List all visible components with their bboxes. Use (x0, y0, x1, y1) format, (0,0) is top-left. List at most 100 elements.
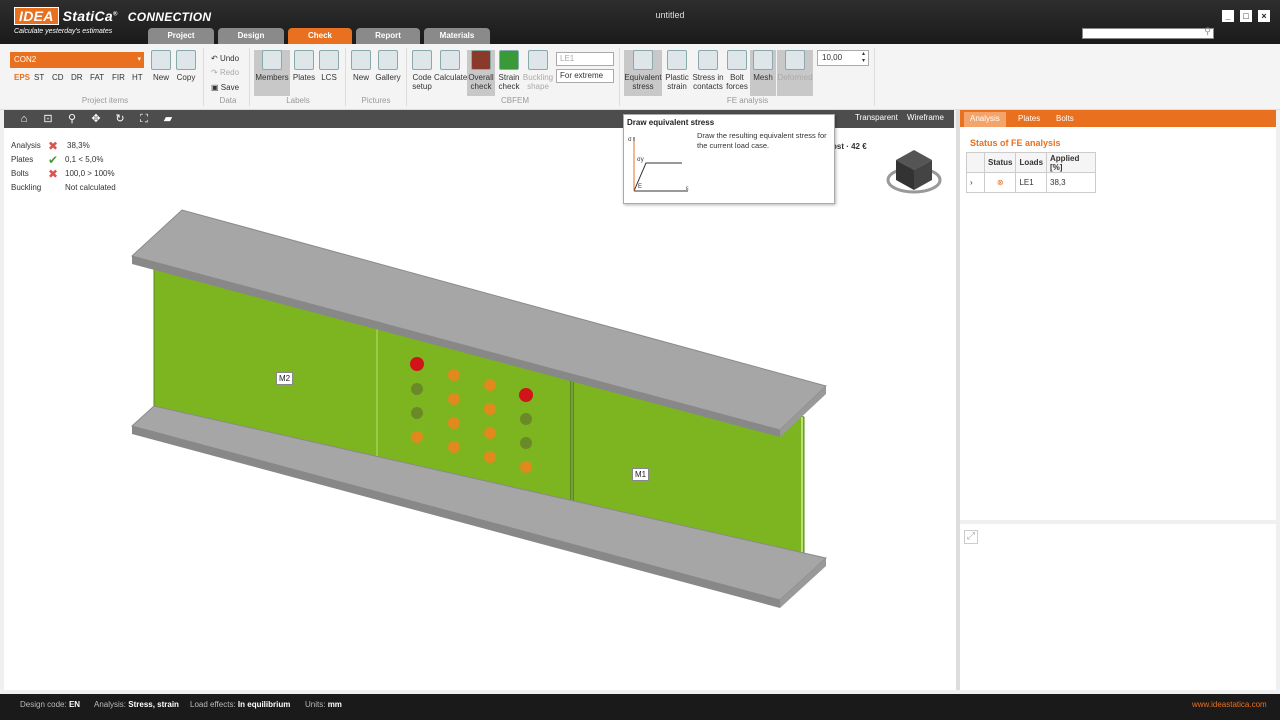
connection-select[interactable]: CON2 ▾ (10, 52, 144, 68)
expand-icon[interactable]: › (966, 172, 985, 193)
members-icon (262, 50, 282, 70)
bolt (520, 437, 532, 449)
gallery-icon (378, 50, 398, 70)
new-picture-button[interactable]: New (350, 50, 372, 82)
type-ht[interactable]: HT (132, 73, 143, 82)
document-title: untitled (655, 10, 685, 20)
type-cd[interactable]: CD (52, 73, 64, 82)
maximize-button[interactable]: □ (1240, 10, 1252, 22)
search-input[interactable]: ⚲ (1082, 26, 1214, 39)
code-setup-button[interactable]: Code setup (410, 50, 434, 91)
expand-panel-icon[interactable]: ⤢ (964, 530, 978, 544)
group-data: Data (219, 96, 237, 105)
members-label-button[interactable]: Members (254, 50, 290, 96)
eraser-icon[interactable]: ▰ (160, 111, 176, 127)
stress-contacts-button[interactable]: Stress in contacts (692, 50, 724, 91)
sigma-y-label: σy (637, 157, 644, 163)
tooltip-description: Draw the resulting equivalent stress for… (697, 131, 827, 150)
scale-stepper[interactable]: 10,00 ▴ ▾ (817, 50, 869, 66)
bolt (448, 369, 460, 381)
stepper-arrows-icon: ▴ ▾ (861, 51, 865, 64)
load-case-select[interactable]: LE1 (556, 52, 614, 66)
website-link[interactable]: www.ideastatica.com (1192, 700, 1267, 709)
3d-viewport[interactable]: Analysis ✖ 38,3% Plates ✔ 0,1 < 5,0% Bol… (4, 128, 956, 690)
save-icon: ▣ (211, 83, 221, 92)
plates-label-button[interactable]: Plates (292, 50, 316, 82)
undo-icon: ↶ (211, 54, 220, 63)
save-button[interactable]: ▣ Save (211, 83, 239, 92)
bolt (484, 403, 496, 415)
zoom-area-icon[interactable]: ⊡ (40, 111, 56, 127)
strain-check-button[interactable]: Strain check (497, 50, 521, 91)
copy-item-button[interactable]: Copy (175, 50, 197, 82)
zoom-icon[interactable]: ⚲ (64, 111, 80, 127)
bolt (484, 451, 496, 463)
wrench-icon (412, 50, 432, 70)
bolt (411, 383, 423, 395)
separator (874, 48, 875, 106)
slogan: Calculate yesterday's estimates (14, 28, 113, 35)
rotate-icon[interactable]: ↻ (112, 111, 128, 127)
close-button[interactable]: × (1258, 10, 1270, 22)
copy-icon (176, 50, 196, 70)
tab-bolts[interactable]: Bolts (1056, 114, 1074, 123)
buckling-icon (528, 50, 548, 70)
pan-icon[interactable]: ✥ (88, 111, 104, 127)
table-row[interactable]: › ⊗ LE1 38,3 (966, 172, 1096, 193)
status-fail-icon: ⊗ (983, 172, 1017, 193)
buckling-shape-button[interactable]: Buckling shape (522, 50, 554, 91)
tab-check[interactable]: Check (288, 28, 352, 44)
sigma-label: σ (628, 137, 632, 143)
view-transparent[interactable]: Transparent (855, 113, 898, 122)
new-item-button[interactable]: New (150, 50, 172, 82)
group-fe-analysis: FE analysis (726, 96, 769, 105)
view-cube[interactable] (886, 146, 946, 206)
type-dr[interactable]: DR (71, 73, 83, 82)
tab-analysis[interactable]: Analysis (964, 112, 1006, 127)
plastic-strain-button[interactable]: Plastic strain (664, 50, 690, 91)
col-applied: Applied [%] (1046, 152, 1096, 173)
overall-check-button[interactable]: Overall check (467, 50, 495, 96)
app-logo: IDEA StatiCa® CONNECTION (14, 7, 211, 25)
tab-design[interactable]: Design (218, 28, 284, 44)
overall-check-icon (471, 50, 491, 70)
undo-button[interactable]: ↶ Undo (211, 54, 239, 63)
fe-status-title: Status of FE analysis (970, 138, 1061, 148)
member-label-m1[interactable]: M1 (632, 468, 650, 481)
extreme-select[interactable]: For extreme (556, 69, 614, 83)
tab-project[interactable]: Project (148, 28, 214, 44)
member-label-m2[interactable]: M2 (276, 372, 294, 385)
minimize-button[interactable]: _ (1222, 10, 1234, 22)
bolt-forces-button[interactable]: Bolt forces (726, 50, 748, 91)
bolt (448, 417, 460, 429)
type-eps[interactable]: EPS (14, 73, 30, 82)
equivalent-stress-button[interactable]: Equivalent stress (624, 50, 662, 96)
separator (249, 48, 250, 106)
fit-icon[interactable]: ⛶ (136, 111, 152, 127)
home-icon[interactable]: ⌂ (16, 111, 32, 127)
mesh-button[interactable]: Mesh (750, 50, 776, 96)
tab-plates[interactable]: Plates (1018, 114, 1040, 123)
type-fat[interactable]: FAT (90, 73, 104, 82)
plastic-strain-icon (667, 50, 687, 70)
gallery-button[interactable]: Gallery (374, 50, 402, 82)
tab-report[interactable]: Report (356, 28, 420, 44)
view-wireframe[interactable]: Wireframe (907, 113, 944, 122)
bolt (411, 407, 423, 419)
bolt (411, 431, 423, 443)
deformed-button[interactable]: Deformed (777, 50, 813, 96)
picture-icon (351, 50, 371, 70)
group-project-items: Project items (81, 96, 129, 105)
type-st[interactable]: ST (34, 73, 44, 82)
tab-materials[interactable]: Materials (424, 28, 490, 44)
bolt (410, 357, 424, 371)
redo-button[interactable]: ↷ Redo (211, 68, 239, 77)
type-fir[interactable]: FIR (112, 73, 125, 82)
redo-icon: ↷ (211, 68, 220, 77)
calculate-button[interactable]: Calculate (434, 50, 467, 82)
group-cbfem: CBFEM (501, 96, 529, 105)
lcs-label-button[interactable]: LCS (318, 50, 340, 82)
tooltip-title: Draw equivalent stress (627, 118, 715, 127)
search-icon: ⚲ (1204, 26, 1211, 36)
tooltip-equivalent-stress: Draw equivalent stress Draw the resultin… (623, 114, 835, 204)
